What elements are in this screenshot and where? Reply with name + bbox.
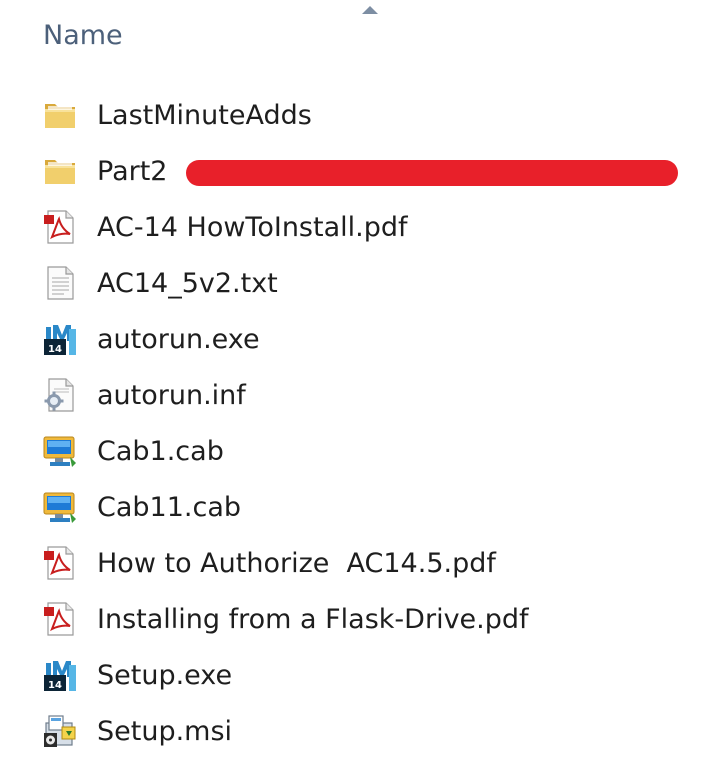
sort-ascending-icon[interactable] bbox=[362, 6, 378, 14]
file-row-ac14-howtoinstall-pdf[interactable]: AC-14 HowToInstall.pdf bbox=[42, 202, 408, 252]
file-name: AC14_5v2.txt bbox=[97, 267, 278, 299]
folder-icon bbox=[42, 97, 78, 133]
installer-icon bbox=[42, 713, 78, 749]
file-row-autorun-inf[interactable]: autorun.inf bbox=[42, 370, 246, 420]
redaction-mark bbox=[186, 160, 678, 186]
text-file-icon bbox=[42, 265, 78, 301]
file-row-installing-flask-drive-pdf[interactable]: Installing from a Flask-Drive.pdf bbox=[42, 594, 529, 644]
file-name: Setup.exe bbox=[97, 659, 233, 691]
file-row-lastminuteadds[interactable]: LastMinuteAdds bbox=[42, 90, 312, 140]
file-name: autorun.exe bbox=[97, 323, 260, 355]
file-name: Cab11.cab bbox=[97, 491, 242, 523]
file-row-how-to-authorize-pdf[interactable]: How to Authorize AC14.5.pdf bbox=[42, 538, 496, 588]
pdf-icon bbox=[42, 209, 78, 245]
file-name: Cab1.cab bbox=[97, 435, 224, 467]
file-name: Setup.msi bbox=[97, 715, 233, 747]
app-exe-icon bbox=[42, 657, 78, 693]
cabinet-icon bbox=[42, 489, 78, 525]
settings-file-icon bbox=[42, 377, 78, 413]
column-header-name[interactable]: Name bbox=[43, 20, 123, 51]
file-row-ac14-5v2-txt[interactable]: AC14_5v2.txt bbox=[42, 258, 278, 308]
file-row-setup-msi[interactable]: Setup.msi bbox=[42, 706, 232, 756]
file-row-cab1-cab[interactable]: Cab1.cab bbox=[42, 426, 224, 476]
folder-icon bbox=[42, 153, 78, 189]
file-row-part2[interactable]: Part2 bbox=[42, 146, 167, 196]
file-name: Installing from a Flask-Drive.pdf bbox=[97, 603, 529, 635]
file-name: LastMinuteAdds bbox=[97, 99, 312, 131]
pdf-icon bbox=[42, 545, 78, 581]
file-row-cab11-cab[interactable]: Cab11.cab bbox=[42, 482, 241, 532]
file-row-autorun-exe[interactable]: autorun.exe bbox=[42, 314, 260, 364]
cabinet-icon bbox=[42, 433, 78, 469]
file-name: autorun.inf bbox=[97, 379, 246, 411]
pdf-icon bbox=[42, 601, 78, 637]
file-row-setup-exe[interactable]: Setup.exe bbox=[42, 650, 232, 700]
app-exe-icon bbox=[42, 321, 78, 357]
file-name: How to Authorize AC14.5.pdf bbox=[97, 547, 496, 579]
file-name: AC-14 HowToInstall.pdf bbox=[97, 211, 408, 243]
file-name: Part2 bbox=[97, 155, 168, 187]
